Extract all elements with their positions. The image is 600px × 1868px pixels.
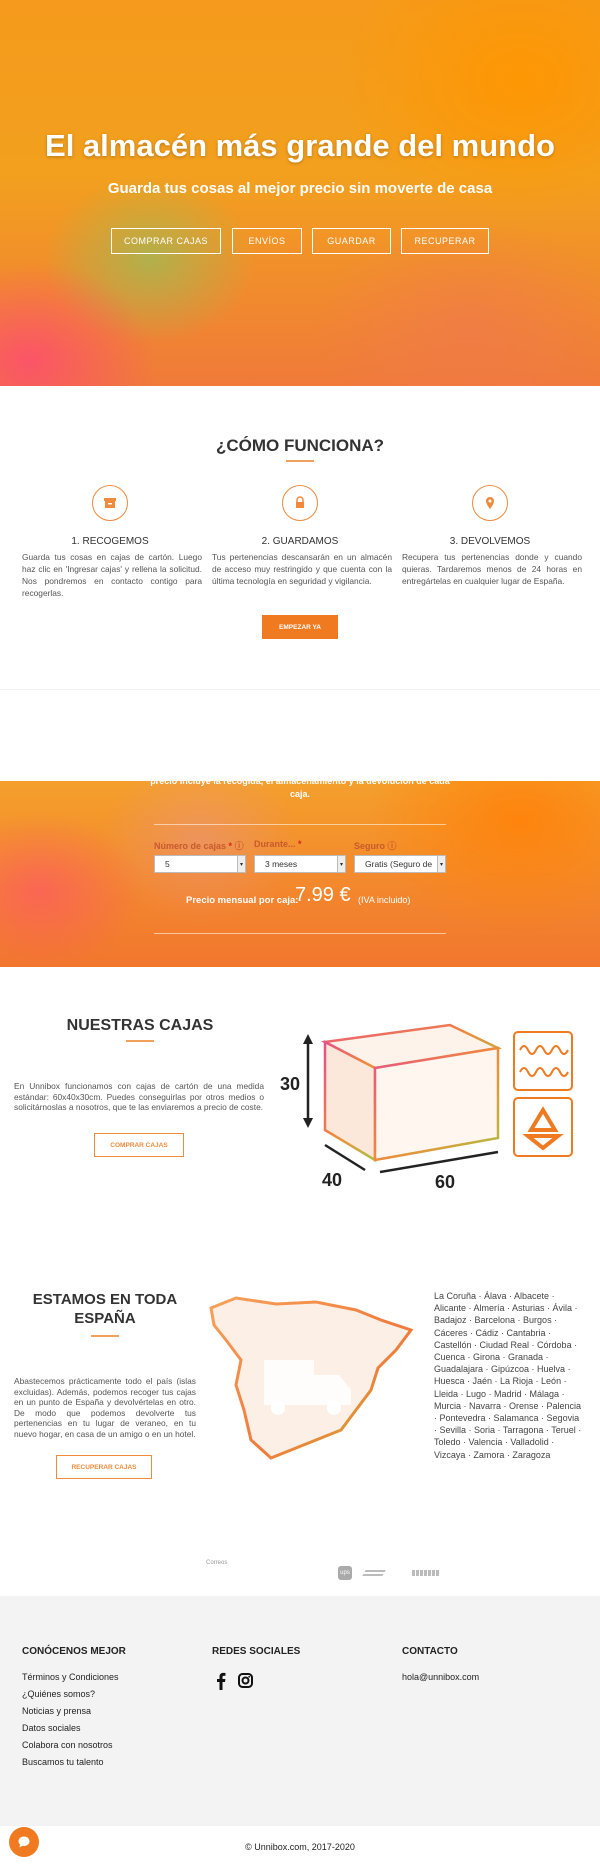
footer-link-about-us[interactable]: ¿Quiénes somos?: [22, 1689, 95, 1699]
buy-boxes-button[interactable]: COMPRAR CAJAS: [111, 228, 221, 254]
step-title: 2. GUARDAMOS: [261, 536, 339, 547]
footer-contact-title: CONTACTO: [402, 1646, 458, 1657]
chevron-down-icon: ▾: [437, 856, 445, 872]
box-width-label: 60: [435, 1172, 455, 1190]
start-now-button[interactable]: EMPEZAR YA: [262, 615, 338, 639]
hero-subtitle: Guarda tus cosas al mejor precio sin mov…: [107, 180, 493, 197]
footer-link-collaborate[interactable]: Colabora con nosotros: [22, 1740, 113, 1750]
divider: [154, 933, 446, 934]
help-icon: ⓘ: [387, 841, 397, 851]
spain-map-illustration: [209, 1296, 414, 1460]
step-text: Recupera tus pertenencias donde y cuando…: [402, 552, 582, 586]
title-underline: [91, 1335, 119, 1337]
cities-list: La Coruña · Álava · Albacete · Alicante …: [434, 1291, 582, 1460]
footer-about-title: CONÓCENOS MEJOR: [22, 1646, 126, 1657]
footer-link-social-data[interactable]: Datos sociales: [22, 1723, 81, 1733]
facebook-icon[interactable]: [216, 1672, 226, 1695]
chat-button[interactable]: [9, 1827, 39, 1857]
boxes-count-select[interactable]: 5 ▾: [154, 855, 246, 873]
spain-text: Abastecemos prácticamente todo el país (…: [14, 1376, 196, 1439]
step-text: Guarda tus cosas en cajas de cartón. Lue…: [22, 552, 202, 598]
contact-email-link[interactable]: hola@unnibox.com: [402, 1672, 479, 1682]
duration-label: Durante... *: [254, 839, 302, 849]
box-height-label: 30: [280, 1074, 300, 1094]
footer-link-terms[interactable]: Términos y Condiciones: [22, 1672, 119, 1682]
duration-select[interactable]: 3 meses ▾: [254, 855, 346, 873]
map-pin-icon: [472, 485, 508, 521]
recover-boxes-button[interactable]: RECUPERAR CAJAS: [56, 1455, 152, 1479]
buy-boxes-button[interactable]: COMPRAR CAJAS: [94, 1133, 184, 1157]
step-title: 1. RECOGEMOS: [71, 536, 149, 547]
boxes-count-label: Número de cajas * ⓘ: [154, 841, 244, 851]
shipping-button[interactable]: ENVÍOS: [232, 228, 302, 254]
title-underline: [286, 460, 314, 462]
step-title: 3. DEVOLVEMOS: [449, 536, 531, 547]
box-icon: [92, 485, 128, 521]
footer-social-title: REDES SOCIALES: [212, 1646, 301, 1657]
chevron-down-icon: ▾: [337, 856, 345, 872]
hero-title: El almacén más grande del mundo: [45, 128, 555, 163]
footer-link-jobs[interactable]: Buscamos tu talento: [22, 1757, 104, 1767]
pricing-intro: precio incluye la recogida, el almacenam…: [150, 781, 450, 799]
boxes-title: NUESTRAS CAJAS: [66, 1017, 214, 1034]
ups-logo: ups: [338, 1566, 352, 1580]
chevron-down-icon: ▾: [237, 856, 245, 872]
box-dimensions-illustration: 30 40 60: [280, 1023, 573, 1190]
step-text: Tus pertenencias descansarán en un almac…: [212, 552, 392, 586]
how-it-works-title: ¿CÓMO FUNCIONA?: [215, 436, 385, 455]
spain-title: ESTAMOS EN TODA ESPAÑA: [32, 1291, 178, 1327]
section-divider: [0, 689, 600, 690]
vat-note: (IVA incluido): [358, 895, 411, 905]
copyright-text: © Unnibox.com, 2017-2020: [245, 1842, 355, 1852]
lock-icon: [282, 485, 318, 521]
chat-bubble-icon: [18, 1836, 30, 1848]
monthly-price-value: 7.99 €: [295, 884, 351, 906]
pricing-calculator: precio incluye la recogida, el almacenam…: [0, 781, 600, 967]
store-button[interactable]: GUARDAR: [312, 228, 391, 254]
boxes-text: En Unnibox funcionamos con cajas de cart…: [14, 1081, 264, 1112]
instagram-icon[interactable]: [238, 1673, 253, 1693]
box-depth-label: 40: [322, 1170, 342, 1190]
correos-logo: Correos: [206, 1560, 228, 1566]
shipping-partner-logo: [412, 1570, 440, 1576]
title-underline: [126, 1040, 154, 1042]
insurance-label: Seguro ⓘ: [354, 841, 397, 851]
insurance-select[interactable]: Gratis (Seguro de ▾: [354, 855, 446, 873]
help-icon: ⓘ: [234, 841, 244, 851]
retrieve-button[interactable]: RECUPERAR: [401, 228, 489, 254]
shipping-partner-logo: [362, 1570, 386, 1576]
corrugated-icon: [513, 1031, 573, 1091]
footer-link-news[interactable]: Noticias y prensa: [22, 1706, 91, 1716]
monthly-price-label: Precio mensual por caja:: [186, 895, 299, 906]
divider: [154, 824, 446, 825]
